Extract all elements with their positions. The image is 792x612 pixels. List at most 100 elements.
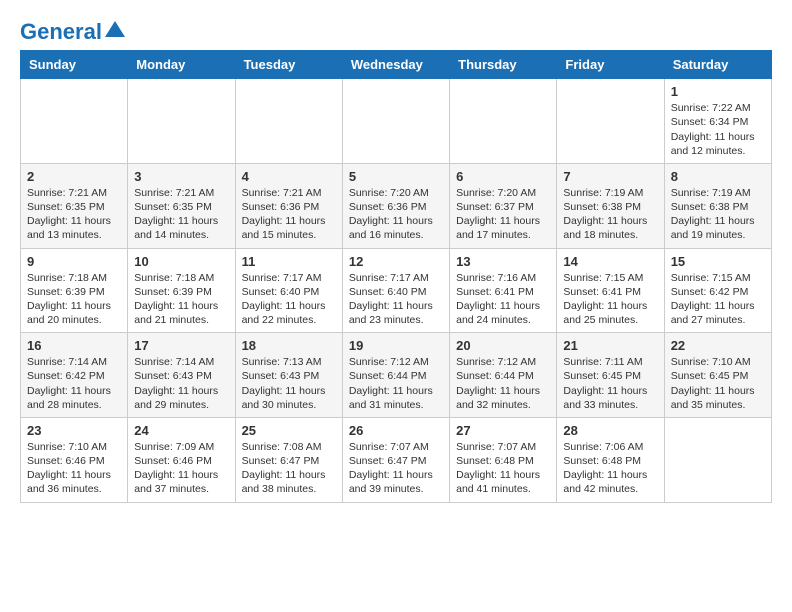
- calendar-header-thursday: Thursday: [450, 51, 557, 79]
- calendar-cell: 13 Sunrise: 7:16 AM Sunset: 6:41 PM Dayli…: [450, 248, 557, 333]
- calendar-cell: 21 Sunrise: 7:11 AM Sunset: 6:45 PM Dayli…: [557, 333, 664, 418]
- day-number: 23: [27, 423, 121, 438]
- calendar-cell: [450, 79, 557, 164]
- calendar-header-saturday: Saturday: [664, 51, 771, 79]
- calendar-cell: 2Sunrise: 7:21 AM Sunset: 6:35 PM Daylig…: [21, 163, 128, 248]
- page-header: General: [20, 20, 772, 40]
- day-number: 12: [349, 254, 443, 269]
- day-info: Sunrise: 7:19 AM Sunset: 6:38 PM Dayligh…: [563, 186, 657, 243]
- day-number: 13: [456, 254, 550, 269]
- calendar-cell: 19 Sunrise: 7:12 AM Sunset: 6:44 PM Dayli…: [342, 333, 449, 418]
- calendar-header-monday: Monday: [128, 51, 235, 79]
- day-number: 16: [27, 338, 121, 353]
- calendar-header-friday: Friday: [557, 51, 664, 79]
- calendar-cell: [342, 79, 449, 164]
- calendar-cell: [128, 79, 235, 164]
- calendar-cell: 27Sunrise: 7:07 AM Sunset: 6:48 PM Dayli…: [450, 417, 557, 502]
- calendar-cell: 1 Sunrise: 7:22 AM Sunset: 6:34 PM Daylig…: [664, 79, 771, 164]
- calendar-cell: 4Sunrise: 7:21 AM Sunset: 6:36 PM Daylig…: [235, 163, 342, 248]
- calendar-cell: 20 Sunrise: 7:12 AM Sunset: 6:44 PM Dayli…: [450, 333, 557, 418]
- calendar-header-sunday: Sunday: [21, 51, 128, 79]
- calendar-cell: 9 Sunrise: 7:18 AM Sunset: 6:39 PM Daylig…: [21, 248, 128, 333]
- day-info: Sunrise: 7:15 AM Sunset: 6:41 PM Dayligh…: [563, 271, 657, 328]
- day-number: 11: [242, 254, 336, 269]
- day-number: 24: [134, 423, 228, 438]
- calendar-week-4: 16Sunrise: 7:14 AM Sunset: 6:42 PM Dayli…: [21, 333, 772, 418]
- day-number: 5: [349, 169, 443, 184]
- day-number: 25: [242, 423, 336, 438]
- day-info: Sunrise: 7:17 AM Sunset: 6:40 PM Dayligh…: [349, 271, 443, 328]
- day-number: 27: [456, 423, 550, 438]
- day-number: 28: [563, 423, 657, 438]
- day-number: 15: [671, 254, 765, 269]
- calendar-cell: 23 Sunrise: 7:10 AM Sunset: 6:46 PM Dayli…: [21, 417, 128, 502]
- calendar-cell: 15 Sunrise: 7:15 AM Sunset: 6:42 PM Dayli…: [664, 248, 771, 333]
- calendar-week-3: 9 Sunrise: 7:18 AM Sunset: 6:39 PM Daylig…: [21, 248, 772, 333]
- day-info: Sunrise: 7:15 AM Sunset: 6:42 PM Dayligh…: [671, 271, 765, 328]
- calendar-cell: [235, 79, 342, 164]
- calendar-cell: 11 Sunrise: 7:17 AM Sunset: 6:40 PM Dayli…: [235, 248, 342, 333]
- day-info: Sunrise: 7:17 AM Sunset: 6:40 PM Dayligh…: [242, 271, 336, 328]
- calendar-cell: 3 Sunrise: 7:21 AM Sunset: 6:35 PM Daylig…: [128, 163, 235, 248]
- day-info: Sunrise: 7:18 AM Sunset: 6:39 PM Dayligh…: [134, 271, 228, 328]
- day-number: 9: [27, 254, 121, 269]
- calendar-cell: 22 Sunrise: 7:10 AM Sunset: 6:45 PM Dayli…: [664, 333, 771, 418]
- calendar-cell: [557, 79, 664, 164]
- calendar-cell: 17 Sunrise: 7:14 AM Sunset: 6:43 PM Dayli…: [128, 333, 235, 418]
- calendar-cell: 12 Sunrise: 7:17 AM Sunset: 6:40 PM Dayli…: [342, 248, 449, 333]
- day-info: Sunrise: 7:22 AM Sunset: 6:34 PM Dayligh…: [671, 101, 765, 158]
- day-info: Sunrise: 7:21 AM Sunset: 6:36 PM Dayligh…: [242, 186, 336, 243]
- day-info: Sunrise: 7:09 AM Sunset: 6:46 PM Dayligh…: [134, 440, 228, 497]
- day-number: 19: [349, 338, 443, 353]
- logo: General: [20, 20, 126, 40]
- day-info: Sunrise: 7:08 AM Sunset: 6:47 PM Dayligh…: [242, 440, 336, 497]
- day-number: 14: [563, 254, 657, 269]
- calendar-cell: 7 Sunrise: 7:19 AM Sunset: 6:38 PM Daylig…: [557, 163, 664, 248]
- day-info: Sunrise: 7:12 AM Sunset: 6:44 PM Dayligh…: [456, 355, 550, 412]
- calendar-cell: 24 Sunrise: 7:09 AM Sunset: 6:46 PM Dayli…: [128, 417, 235, 502]
- day-info: Sunrise: 7:20 AM Sunset: 6:36 PM Dayligh…: [349, 186, 443, 243]
- day-number: 18: [242, 338, 336, 353]
- day-info: Sunrise: 7:20 AM Sunset: 6:37 PM Dayligh…: [456, 186, 550, 243]
- calendar-cell: 6 Sunrise: 7:20 AM Sunset: 6:37 PM Daylig…: [450, 163, 557, 248]
- logo-text: General: [20, 20, 102, 44]
- calendar-cell: 18Sunrise: 7:13 AM Sunset: 6:43 PM Dayli…: [235, 333, 342, 418]
- day-info: Sunrise: 7:10 AM Sunset: 6:45 PM Dayligh…: [671, 355, 765, 412]
- day-info: Sunrise: 7:16 AM Sunset: 6:41 PM Dayligh…: [456, 271, 550, 328]
- day-number: 17: [134, 338, 228, 353]
- calendar-header-row: SundayMondayTuesdayWednesdayThursdayFrid…: [21, 51, 772, 79]
- day-info: Sunrise: 7:21 AM Sunset: 6:35 PM Dayligh…: [134, 186, 228, 243]
- calendar-cell: 28 Sunrise: 7:06 AM Sunset: 6:48 PM Dayli…: [557, 417, 664, 502]
- day-number: 20: [456, 338, 550, 353]
- calendar-week-1: 1 Sunrise: 7:22 AM Sunset: 6:34 PM Daylig…: [21, 79, 772, 164]
- calendar-cell: 16Sunrise: 7:14 AM Sunset: 6:42 PM Dayli…: [21, 333, 128, 418]
- day-info: Sunrise: 7:12 AM Sunset: 6:44 PM Dayligh…: [349, 355, 443, 412]
- day-number: 7: [563, 169, 657, 184]
- day-number: 3: [134, 169, 228, 184]
- day-info: Sunrise: 7:18 AM Sunset: 6:39 PM Dayligh…: [27, 271, 121, 328]
- day-number: 6: [456, 169, 550, 184]
- day-info: Sunrise: 7:07 AM Sunset: 6:47 PM Dayligh…: [349, 440, 443, 497]
- day-info: Sunrise: 7:10 AM Sunset: 6:46 PM Dayligh…: [27, 440, 121, 497]
- calendar-cell: [664, 417, 771, 502]
- day-number: 22: [671, 338, 765, 353]
- day-number: 8: [671, 169, 765, 184]
- calendar-cell: 25 Sunrise: 7:08 AM Sunset: 6:47 PM Dayli…: [235, 417, 342, 502]
- day-number: 21: [563, 338, 657, 353]
- day-info: Sunrise: 7:21 AM Sunset: 6:35 PM Dayligh…: [27, 186, 121, 243]
- day-number: 1: [671, 84, 765, 99]
- calendar-table: SundayMondayTuesdayWednesdayThursdayFrid…: [20, 50, 772, 502]
- calendar-week-5: 23 Sunrise: 7:10 AM Sunset: 6:46 PM Dayli…: [21, 417, 772, 502]
- day-info: Sunrise: 7:06 AM Sunset: 6:48 PM Dayligh…: [563, 440, 657, 497]
- day-info: Sunrise: 7:11 AM Sunset: 6:45 PM Dayligh…: [563, 355, 657, 412]
- calendar-cell: 26 Sunrise: 7:07 AM Sunset: 6:47 PM Dayli…: [342, 417, 449, 502]
- day-number: 26: [349, 423, 443, 438]
- calendar-cell: 8 Sunrise: 7:19 AM Sunset: 6:38 PM Daylig…: [664, 163, 771, 248]
- day-info: Sunrise: 7:19 AM Sunset: 6:38 PM Dayligh…: [671, 186, 765, 243]
- calendar-cell: 14 Sunrise: 7:15 AM Sunset: 6:41 PM Dayli…: [557, 248, 664, 333]
- day-info: Sunrise: 7:14 AM Sunset: 6:43 PM Dayligh…: [134, 355, 228, 412]
- calendar-cell: 10Sunrise: 7:18 AM Sunset: 6:39 PM Dayli…: [128, 248, 235, 333]
- calendar-cell: [21, 79, 128, 164]
- calendar-week-2: 2Sunrise: 7:21 AM Sunset: 6:35 PM Daylig…: [21, 163, 772, 248]
- calendar-header-wednesday: Wednesday: [342, 51, 449, 79]
